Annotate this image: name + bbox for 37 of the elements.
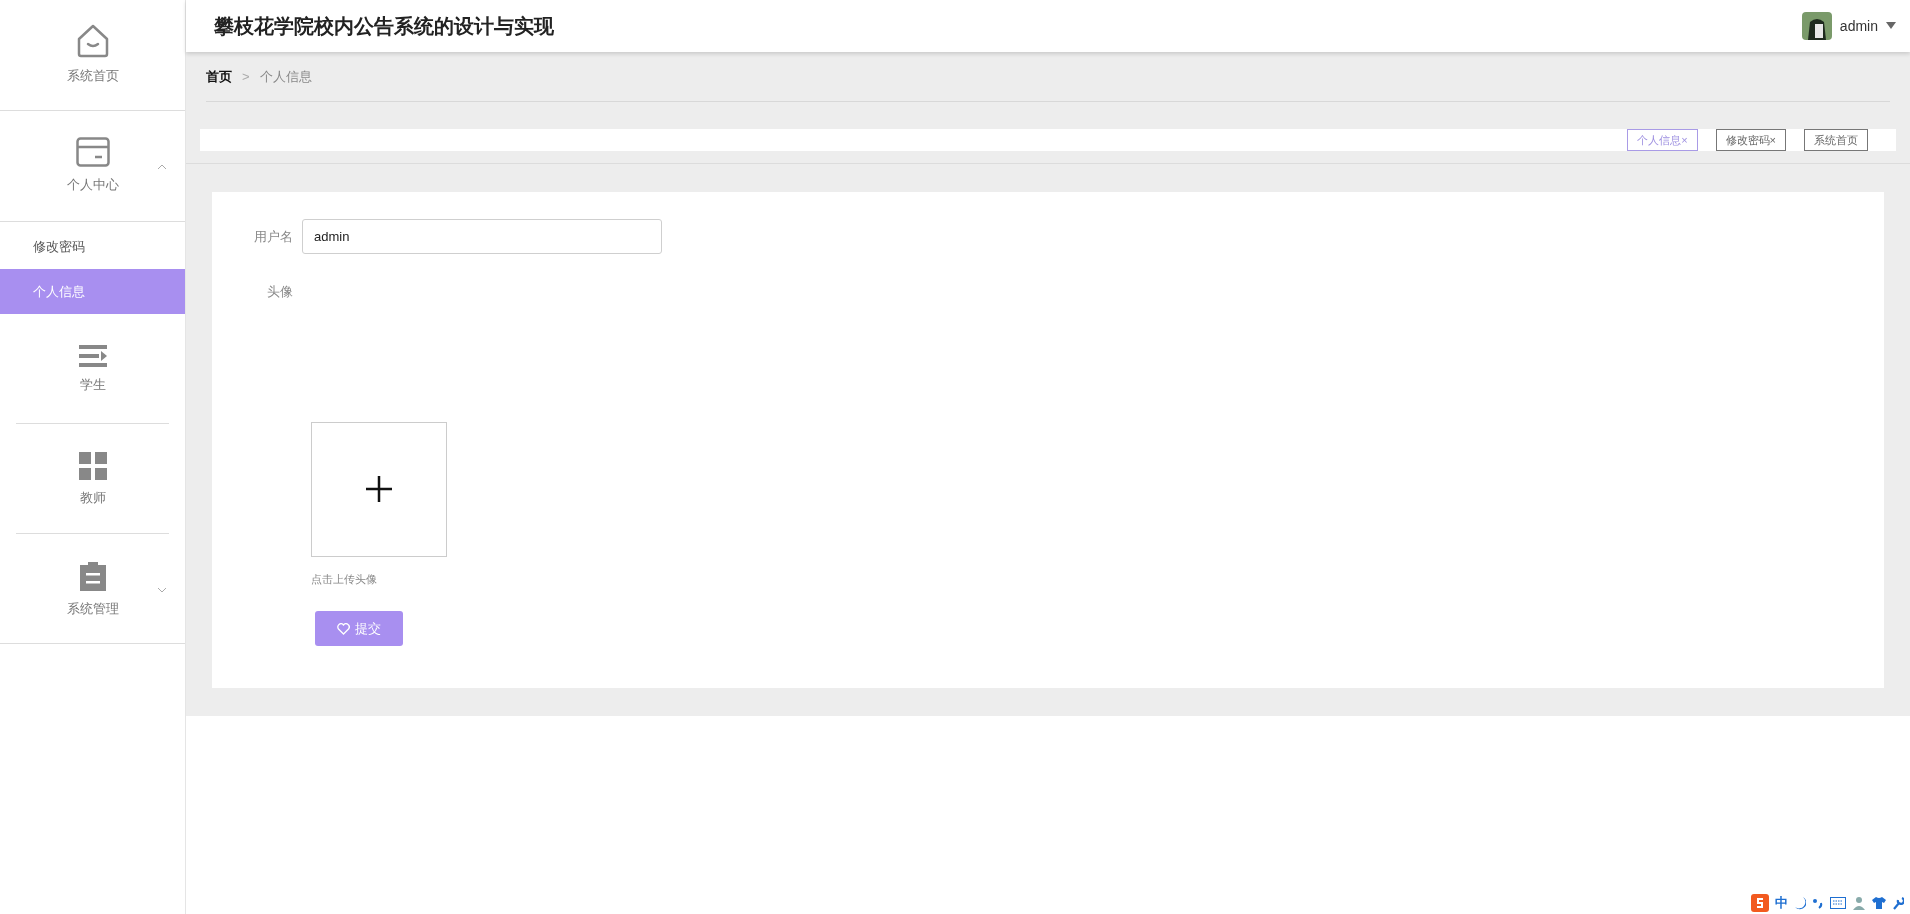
- sidebar-item[interactable]: 教师: [79, 487, 106, 508]
- submenu-item[interactable]: 个人信息: [0, 269, 185, 314]
- grid-icon: [78, 451, 107, 480]
- ime-logo-icon[interactable]: [1751, 894, 1769, 912]
- sidebar-item[interactable]: 个人中心: [66, 175, 119, 195]
- punctuation-icon[interactable]: [1812, 897, 1824, 909]
- sidebar-item[interactable]: 学生: [79, 374, 106, 395]
- dropdown-caret-icon[interactable]: [1886, 22, 1896, 30]
- submenu-item[interactable]: 修改密码: [0, 224, 185, 269]
- breadcrumb-current: 个人信息: [259, 67, 312, 86]
- page-tab[interactable]: 系统首页: [1804, 129, 1868, 151]
- breadcrumb-link[interactable]: 首页: [206, 66, 232, 87]
- keyboard-icon[interactable]: [1830, 897, 1846, 909]
- upload-hint: 点击上传头像: [311, 571, 378, 587]
- avatar-label: 头像: [266, 283, 294, 301]
- user-name[interactable]: admin: [1839, 15, 1878, 37]
- person-icon[interactable]: [1852, 896, 1866, 910]
- card-icon: [75, 137, 110, 168]
- shirt-icon[interactable]: [1872, 896, 1886, 910]
- heart-icon: [337, 622, 350, 635]
- clipboard-icon: [79, 560, 106, 591]
- page-tab[interactable]: 个人信息×: [1627, 129, 1698, 151]
- page-tab[interactable]: 修改密码×: [1715, 129, 1786, 151]
- sidebar-item[interactable]: 系统管理: [66, 598, 119, 619]
- sidebar-item[interactable]: 系统首页: [66, 66, 119, 86]
- list-icon: [78, 344, 107, 367]
- submit-button[interactable]: 提交: [315, 611, 403, 646]
- house-icon: [75, 24, 110, 59]
- wrench-icon[interactable]: [1892, 896, 1904, 910]
- username-label: 用户名: [253, 227, 294, 246]
- username-input[interactable]: admin: [302, 219, 662, 254]
- breadcrumb-separator: >: [242, 67, 250, 86]
- moon-icon[interactable]: [1794, 896, 1806, 910]
- ime-mode[interactable]: 中: [1775, 893, 1788, 913]
- user-avatar-icon[interactable]: [1801, 12, 1832, 40]
- plus-icon: [366, 476, 392, 502]
- app-title: 攀枝花学院校内公告系统的设计与实现: [214, 14, 554, 39]
